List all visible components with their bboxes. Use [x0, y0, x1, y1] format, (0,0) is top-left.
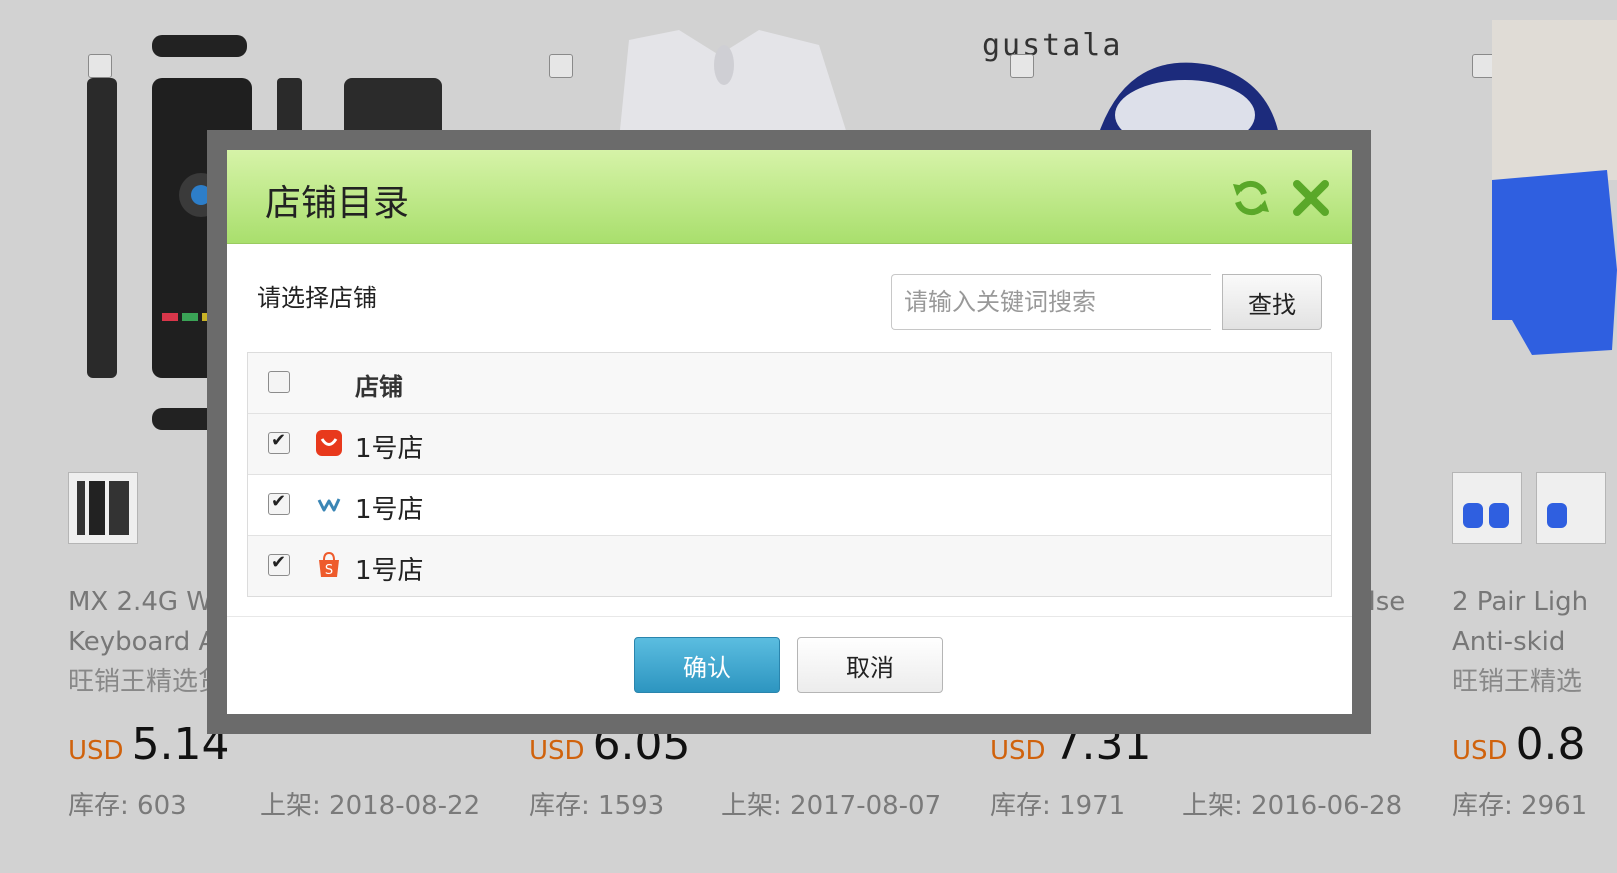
refresh-icon[interactable]: [1231, 178, 1271, 218]
product-listed-date: 上架: 2016-06-28: [1182, 791, 1403, 821]
product-name: MX 2.4G Wire: [68, 587, 230, 617]
product-listed-date: 上架: 2017-08-07: [721, 791, 942, 821]
product-name: 2 Pair Ligh: [1452, 587, 1589, 617]
shop-checkbox[interactable]: [268, 552, 290, 576]
column-header-shop: 店铺: [355, 373, 403, 401]
close-icon[interactable]: [1291, 178, 1331, 218]
product-subtitle: 旺销王精选货源: [68, 667, 230, 697]
product-thumbnail[interactable]: [1452, 472, 1522, 544]
select-all-checkbox[interactable]: [268, 371, 290, 393]
confirm-button[interactable]: 确认: [634, 637, 780, 693]
product-name-line2: Keyboard Air: [68, 627, 230, 657]
aliexpress-icon: [316, 430, 342, 456]
shop-name: 1号店: [355, 495, 424, 525]
product-price: USD 5.14: [68, 719, 230, 770]
product-stock: 库存: 2961: [1452, 791, 1588, 821]
product-select-checkbox[interactable]: [549, 54, 573, 78]
table-row[interactable]: 1号店: [248, 474, 1331, 535]
product-select-checkbox[interactable]: [1010, 54, 1034, 78]
table-row[interactable]: 1号店: [248, 413, 1331, 474]
shop-table: 店铺 1号店 1号店 S 1号店: [247, 352, 1332, 597]
shop-directory-dialog: 店铺目录 请选择店铺 查找 店铺 1号店: [227, 150, 1352, 714]
shop-name: 1号店: [355, 556, 424, 586]
svg-text:S: S: [325, 563, 333, 578]
product-card: 2 Pair Ligh Anti-skid 旺销王精选 USD 0.8 库存: 2…: [1452, 0, 1617, 873]
product-price: USD 0.8: [1452, 719, 1586, 770]
shop-checkbox[interactable]: [268, 430, 290, 454]
wish-icon: [317, 498, 341, 512]
search-input[interactable]: [891, 274, 1211, 330]
product-image-dog-boots: [1492, 20, 1617, 355]
product-stock: 库存: 1593: [529, 791, 665, 821]
product-listed-date: 上架: 2018-08-22: [260, 791, 481, 821]
dialog-header: 店铺目录: [227, 150, 1352, 244]
search-button[interactable]: 查找: [1222, 274, 1322, 330]
product-name-line2: Anti-skid: [1452, 627, 1566, 657]
table-header-row: 店铺: [248, 353, 1331, 413]
product-subtitle: 旺销王精选: [1452, 667, 1583, 697]
shop-name: 1号店: [355, 434, 424, 464]
product-thumbnail[interactable]: [1536, 472, 1606, 544]
product-stock: 库存: 603: [68, 791, 187, 821]
select-shop-prompt: 请选择店铺: [257, 284, 377, 312]
table-row[interactable]: S 1号店: [248, 535, 1331, 596]
shopee-icon: S: [319, 552, 339, 578]
cancel-button[interactable]: 取消: [797, 637, 943, 693]
shop-checkbox[interactable]: [268, 491, 290, 515]
dialog-footer-divider: [227, 616, 1352, 617]
dialog-title: 店铺目录: [265, 183, 410, 224]
product-stock: 库存: 1971: [990, 791, 1126, 821]
product-thumbnail[interactable]: [68, 472, 138, 544]
